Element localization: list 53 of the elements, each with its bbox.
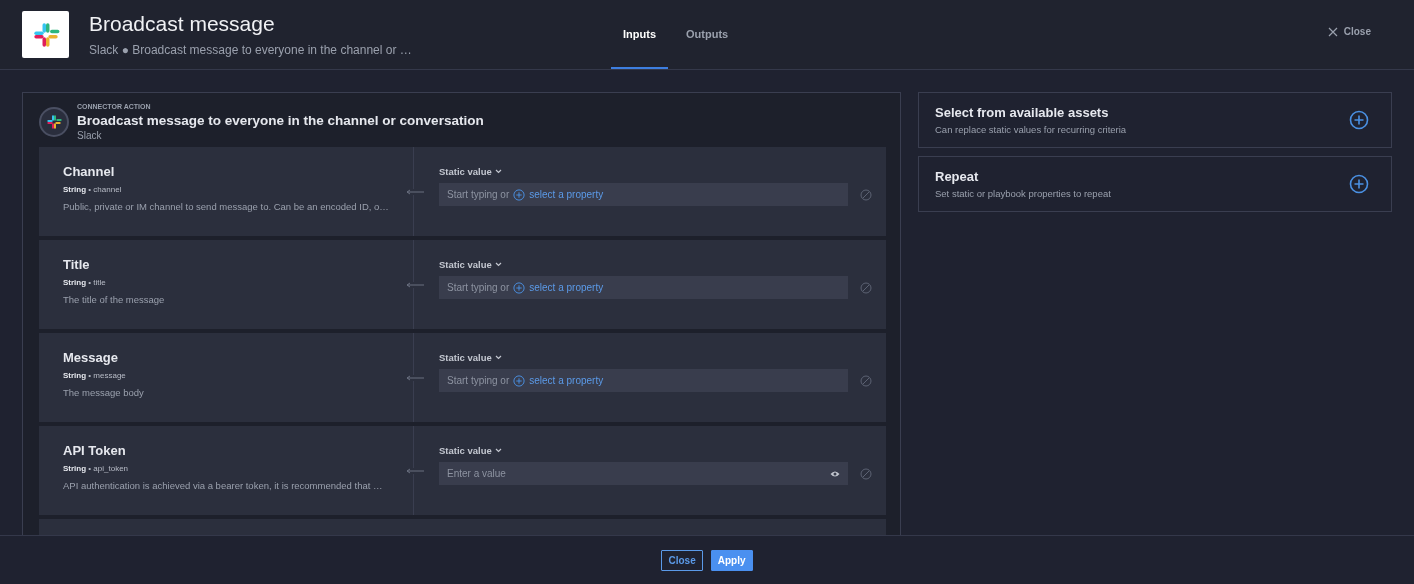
field-name: Message	[63, 350, 119, 365]
option-title: Select from available assets	[935, 105, 1110, 120]
field-description: API authentication is achieved via a bearer token, it is recommended that …	[63, 480, 384, 491]
chevron-down-icon	[494, 169, 502, 174]
field-name: Title	[63, 257, 91, 272]
add-icon[interactable]	[1349, 174, 1369, 194]
action-title: Broadcast message to everyone in the channel or conversation	[77, 113, 484, 128]
field-type: String • message	[63, 371, 127, 380]
placeholder-text: Start typing or	[447, 189, 510, 200]
dialog-title: Broadcast message	[89, 12, 276, 36]
add-icon[interactable]	[513, 374, 526, 387]
option-title: Repeat	[935, 169, 980, 184]
connector-name: Slack	[77, 130, 103, 141]
placeholder-text: Start typing or	[447, 375, 510, 386]
close-button[interactable]: Close	[1321, 25, 1377, 38]
input-field[interactable]: Enter a value	[439, 462, 848, 485]
select-property-link[interactable]: select a property	[529, 375, 604, 386]
field-type: String • channel	[63, 185, 123, 194]
slack-logo-icon	[46, 114, 62, 130]
close-icon	[1327, 26, 1338, 37]
apply-button[interactable]: Apply	[710, 549, 753, 571]
add-icon[interactable]	[513, 281, 526, 294]
tab[interactable]: Inputs	[611, 0, 668, 69]
field-description: Public, private or IM channel to send message to. Can be an encoded ID, o…	[63, 201, 390, 212]
add-icon[interactable]	[1349, 110, 1369, 130]
input-field[interactable]: Start typing or select a property	[439, 369, 848, 392]
value-mode-dropdown[interactable]: Static value	[439, 166, 502, 177]
chevron-down-icon	[494, 262, 502, 267]
field-description: The message body	[63, 387, 145, 398]
option-description: Set static or playbook properties to repeat	[935, 188, 1111, 199]
field-name: Channel	[63, 164, 116, 179]
select-property-link[interactable]: select a property	[529, 189, 604, 200]
field-description: The title of the message	[63, 294, 166, 305]
eye-icon[interactable]	[830, 469, 840, 478]
value-mode-dropdown[interactable]: Static value	[439, 259, 502, 270]
chevron-down-icon	[494, 355, 502, 360]
placeholder-text: Start typing or	[447, 282, 510, 293]
placeholder-text: Enter a value	[447, 468, 506, 479]
option-description: Can replace static values for recurring criteria	[935, 124, 1127, 135]
field-type: String • title	[63, 278, 107, 287]
value-mode-dropdown[interactable]: Static value	[439, 352, 502, 363]
add-icon[interactable]	[513, 188, 526, 201]
input-field[interactable]: Start typing or select a property	[439, 276, 848, 299]
dialog-subtitle: Slack ● Broadcast message to everyone in the channel or …	[89, 43, 413, 57]
select-property-link[interactable]: select a property	[529, 282, 604, 293]
field-name: API Token	[63, 443, 127, 458]
input-field[interactable]: Start typing or select a property	[439, 183, 848, 206]
field-type: String • api_token	[63, 464, 130, 473]
slack-logo-icon	[31, 20, 60, 49]
chevron-down-icon	[494, 448, 502, 453]
value-mode-dropdown[interactable]: Static value	[439, 445, 502, 456]
close-button[interactable]: Close	[661, 549, 703, 571]
tab[interactable]: Outputs	[674, 0, 741, 69]
